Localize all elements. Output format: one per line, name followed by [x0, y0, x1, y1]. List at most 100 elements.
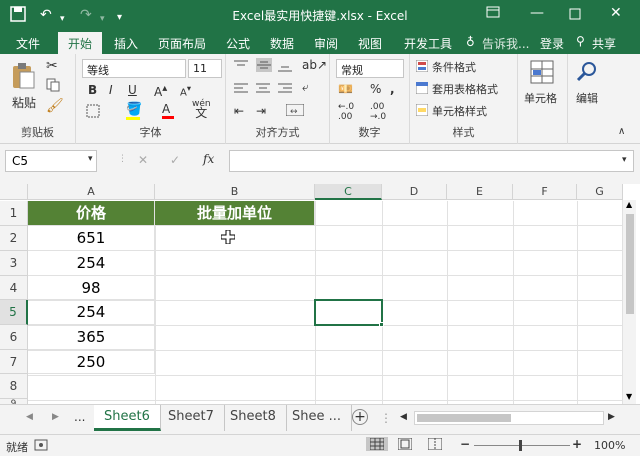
vertical-scrollbar[interactable]: ▲ ▼ — [622, 200, 636, 404]
align-left-icon[interactable] — [234, 82, 248, 94]
row-header[interactable]: 7 — [0, 350, 28, 374]
accounting-format-icon[interactable]: 💴 — [338, 82, 353, 96]
share-icon[interactable]: ⚲ — [576, 34, 585, 48]
increase-indent-icon[interactable]: ⇥ — [256, 104, 266, 118]
bold-button[interactable]: B — [88, 83, 97, 97]
percent-icon[interactable]: % — [370, 82, 381, 96]
zoom-out-icon[interactable]: − — [460, 437, 470, 451]
column-header[interactable]: E — [447, 184, 513, 200]
column-header[interactable]: C — [315, 184, 382, 200]
insert-function-icon[interactable]: fx — [203, 152, 214, 166]
sheet-tab[interactable]: Sheet8 — [220, 405, 287, 431]
row-header[interactable]: 3 — [0, 251, 28, 276]
ribbon-options-icon[interactable] — [486, 5, 500, 19]
decrease-font-icon[interactable]: A▾ — [180, 83, 191, 98]
sign-in-link[interactable]: 登录 — [540, 35, 564, 52]
decrease-decimal-icon[interactable]: .00 →.0 — [370, 102, 386, 122]
border-icon[interactable] — [86, 104, 100, 118]
tell-me-search[interactable]: 告诉我... — [482, 35, 529, 52]
zoom-slider-thumb[interactable] — [519, 440, 522, 451]
table-cell[interactable]: 254 — [28, 300, 155, 325]
row-header[interactable]: 6 — [0, 325, 28, 350]
table-cell[interactable]: 365 — [28, 325, 155, 350]
scroll-down-icon[interactable]: ▼ — [626, 392, 632, 401]
zoom-level[interactable]: 100% — [594, 439, 625, 452]
cells-icon[interactable] — [530, 60, 554, 84]
vertical-scroll-thumb[interactable] — [626, 214, 634, 314]
sheet-tab[interactable]: Shee ... — [282, 405, 353, 431]
merge-center-icon[interactable]: ↔ — [286, 104, 304, 116]
paste-icon[interactable] — [10, 62, 36, 90]
font-color-icon[interactable]: A — [162, 102, 174, 119]
phonetic-icon[interactable]: wén 文 — [192, 100, 211, 120]
minimize-icon[interactable]: — — [530, 5, 544, 21]
row-header[interactable]: 1 — [0, 201, 28, 226]
column-header[interactable]: G — [577, 184, 623, 200]
share-button[interactable]: 共享 — [592, 35, 616, 52]
table-cell[interactable]: 250 — [28, 350, 155, 374]
expand-formula-icon[interactable]: ▾ — [622, 155, 627, 165]
format-table-button[interactable]: 套用表格格式 — [432, 81, 498, 97]
table-cell[interactable]: 98 — [28, 276, 155, 300]
row-header[interactable]: 2 — [0, 226, 28, 251]
lightbulb-icon[interactable]: ♁ — [466, 35, 475, 49]
row-header[interactable]: 5 — [0, 300, 28, 325]
editing-button[interactable]: 编辑 — [576, 90, 598, 106]
name-box-dropdown-icon[interactable]: ▾ — [88, 154, 93, 164]
conditional-format-icon[interactable] — [416, 60, 428, 72]
sheet-tab[interactable]: Sheet7 — [158, 405, 225, 431]
new-sheet-icon[interactable]: + — [352, 409, 368, 425]
format-table-icon[interactable] — [416, 82, 428, 94]
macro-record-icon[interactable] — [34, 438, 48, 452]
page-break-view-icon[interactable] — [428, 438, 442, 450]
format-painter-icon[interactable]: 🖌 — [46, 98, 64, 114]
table-cell[interactable]: 651 — [28, 226, 155, 251]
normal-view-icon[interactable] — [366, 437, 388, 451]
scroll-up-icon[interactable]: ▲ — [626, 200, 632, 209]
paste-button[interactable]: 粘贴 — [12, 94, 36, 111]
tab-data[interactable]: 数据 — [270, 35, 294, 52]
column-header[interactable]: A — [28, 184, 155, 200]
tab-page-layout[interactable]: 页面布局 — [158, 35, 206, 52]
tab-home[interactable]: 开始 — [58, 32, 103, 54]
column-header[interactable]: B — [155, 184, 315, 200]
tab-insert[interactable]: 插入 — [114, 35, 138, 52]
table-header-cell[interactable]: 批量加单位 — [155, 201, 315, 226]
scroll-left-icon[interactable]: ◀ — [400, 412, 407, 422]
horizontal-scroll-thumb[interactable] — [417, 414, 511, 422]
tab-developer[interactable]: 开发工具 — [404, 35, 452, 52]
tab-view[interactable]: 视图 — [358, 35, 382, 52]
cell-styles-icon[interactable] — [416, 104, 428, 116]
fill-handle[interactable] — [379, 322, 384, 327]
copy-icon[interactable] — [46, 78, 60, 92]
column-header[interactable]: F — [513, 184, 577, 200]
table-header-cell[interactable]: 价格 — [28, 201, 155, 226]
font-size-select[interactable]: 11 — [188, 59, 222, 78]
underline-button[interactable]: U — [128, 83, 137, 97]
next-sheet-icon[interactable]: ▶ — [52, 412, 59, 422]
more-sheets-left-icon[interactable]: ... — [74, 410, 85, 424]
cut-icon[interactable]: ✂ — [46, 58, 58, 74]
increase-font-icon[interactable]: A▴ — [154, 83, 167, 99]
confirm-entry-icon[interactable]: ✓ — [170, 153, 180, 167]
align-top-icon[interactable] — [234, 60, 248, 72]
align-bottom-icon[interactable] — [278, 60, 292, 72]
formula-input[interactable] — [229, 150, 634, 172]
tab-file[interactable]: 文件 — [16, 35, 40, 52]
decrease-indent-icon[interactable]: ⇤ — [234, 104, 244, 118]
cancel-entry-icon[interactable]: ✕ — [138, 153, 148, 167]
row-header[interactable]: 4 — [0, 276, 28, 300]
prev-sheet-icon[interactable]: ◀ — [26, 412, 33, 422]
align-center-icon[interactable] — [256, 82, 270, 94]
zoom-in-icon[interactable]: + — [572, 437, 582, 451]
tab-formulas[interactable]: 公式 — [226, 35, 250, 52]
conditional-format-button[interactable]: 条件格式 — [432, 59, 476, 75]
comma-style-icon[interactable]: , — [390, 82, 395, 96]
scroll-right-icon[interactable]: ▶ — [608, 412, 615, 422]
table-cell[interactable]: 254 — [28, 251, 155, 276]
cell-styles-button[interactable]: 单元格样式 — [432, 103, 487, 119]
align-right-icon[interactable] — [278, 82, 292, 94]
tab-split-grip-icon[interactable]: ⋮ — [380, 411, 392, 425]
wrap-text-icon[interactable]: ⤶ — [302, 80, 309, 95]
find-icon[interactable] — [576, 60, 598, 82]
